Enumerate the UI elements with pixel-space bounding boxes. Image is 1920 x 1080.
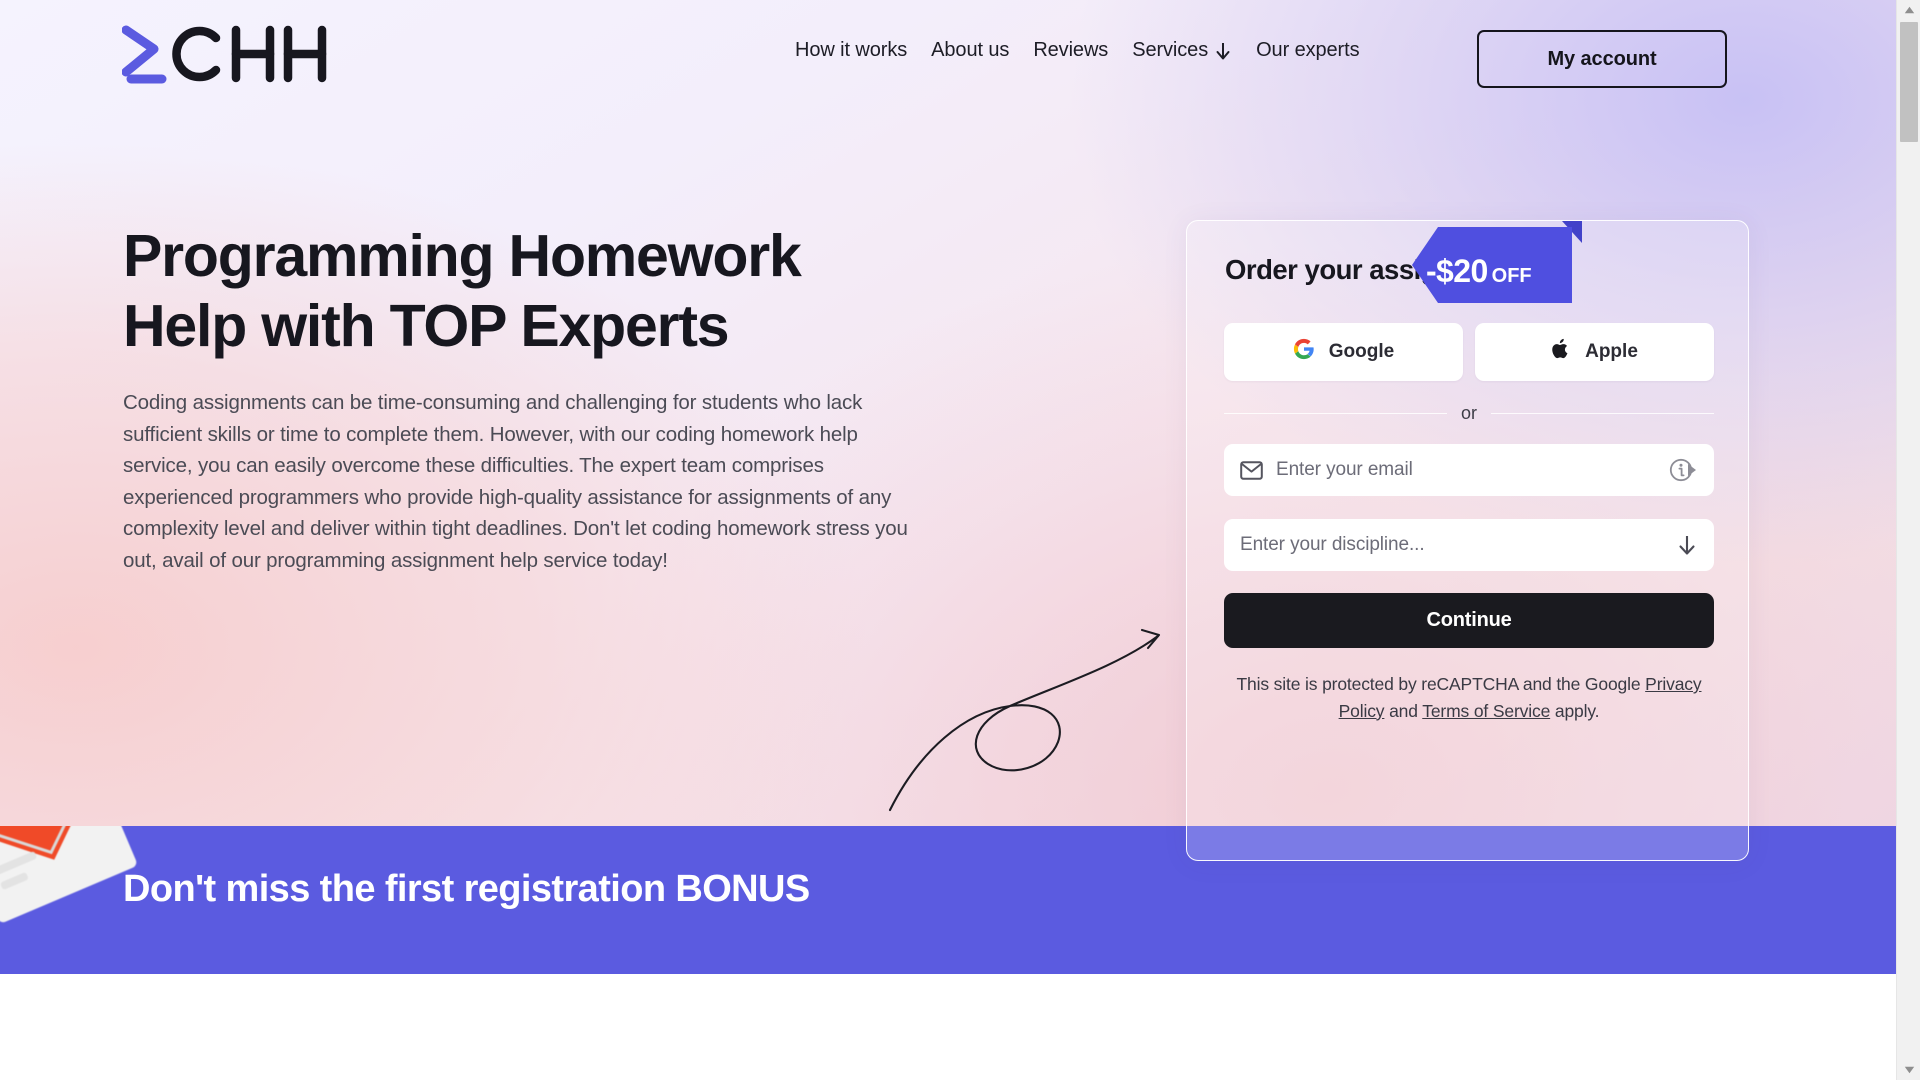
google-login-button[interactable]: Google xyxy=(1224,323,1463,381)
discipline-field[interactable] xyxy=(1224,519,1714,571)
nav-item-how-it-works[interactable]: How it works xyxy=(795,39,907,62)
email-input[interactable] xyxy=(1276,459,1658,481)
arrow-down-icon xyxy=(1214,41,1232,61)
or-divider-label: or xyxy=(1461,403,1478,423)
logo-mark xyxy=(122,25,327,84)
discount-suffix: OFF xyxy=(1491,265,1532,287)
envelope-icon xyxy=(1240,460,1263,480)
nav-item-services[interactable]: Services xyxy=(1132,39,1232,62)
divider-line-left xyxy=(1224,413,1447,414)
divider-line-right xyxy=(1491,413,1715,414)
google-login-label: Google xyxy=(1328,341,1395,362)
hero-section: Programming Homework Help with TOP Exper… xyxy=(123,222,933,577)
recaptcha-suffix: apply. xyxy=(1550,700,1600,721)
terms-of-service-link[interactable]: Terms of Service xyxy=(1422,701,1550,721)
hero-title-line2: Help with TOP Experts xyxy=(123,292,730,359)
social-login-row: Google Apple xyxy=(1224,323,1714,381)
apple-login-button[interactable]: Apple xyxy=(1475,323,1714,381)
nav-label: Services xyxy=(1132,39,1209,61)
hero-description: Coding assignments can be time-consuming… xyxy=(123,391,908,573)
recaptcha-notice: This site is protected by reCAPTCHA and … xyxy=(1224,671,1714,724)
google-icon xyxy=(1293,338,1315,366)
apple-icon xyxy=(1551,337,1571,367)
discipline-input[interactable] xyxy=(1240,534,1666,556)
nav-label: About us xyxy=(931,39,1010,61)
nav-item-reviews[interactable]: Reviews xyxy=(1033,39,1108,62)
discount-amount: -$20 xyxy=(1426,253,1488,289)
browser-viewport: How it works About us Reviews Services O… xyxy=(0,0,1920,1080)
scrollbar-thumb[interactable] xyxy=(1900,22,1918,142)
hero-title-line1: Programming Homework xyxy=(123,223,802,289)
info-icon[interactable] xyxy=(1668,457,1698,483)
continue-button[interactable]: Continue xyxy=(1224,593,1714,648)
discount-badge-text: -$20 OFF xyxy=(1426,253,1532,290)
recaptcha-middle: and xyxy=(1384,700,1423,721)
scrollbar-up-arrow[interactable] xyxy=(1897,0,1920,20)
recaptcha-prefix: This site is protected by reCAPTCHA and … xyxy=(1236,674,1646,694)
nav-label: Reviews xyxy=(1033,39,1109,61)
browser-scrollbar[interactable] xyxy=(1896,0,1920,1080)
discount-badge: -$20 OFF xyxy=(1412,217,1584,313)
order-form-card: Order your assignment -$20 OFF Google Ap… xyxy=(1186,220,1749,861)
page-content: How it works About us Reviews Services O… xyxy=(0,0,1896,1080)
apple-login-label: Apple xyxy=(1585,341,1638,362)
nav-item-about-us[interactable]: About us xyxy=(931,39,1009,62)
nav-label: Our experts xyxy=(1256,39,1360,61)
site-logo[interactable] xyxy=(122,22,334,84)
arrow-down-icon[interactable] xyxy=(1676,533,1698,557)
nav-item-our-experts[interactable]: Our experts xyxy=(1256,39,1359,62)
my-account-button[interactable]: My account xyxy=(1477,30,1727,88)
site-header: How it works About us Reviews Services O… xyxy=(0,0,1896,100)
hero-title: Programming Homework Help with TOP Exper… xyxy=(123,222,933,361)
or-divider: or xyxy=(1224,403,1715,424)
nav-label: How it works xyxy=(795,39,908,61)
main-navigation: How it works About us Reviews Services O… xyxy=(795,39,1360,62)
email-field[interactable] xyxy=(1224,444,1714,496)
banner-title: Don't miss the first registration BONUS xyxy=(123,868,810,910)
scrollbar-down-arrow[interactable] xyxy=(1897,1060,1920,1080)
